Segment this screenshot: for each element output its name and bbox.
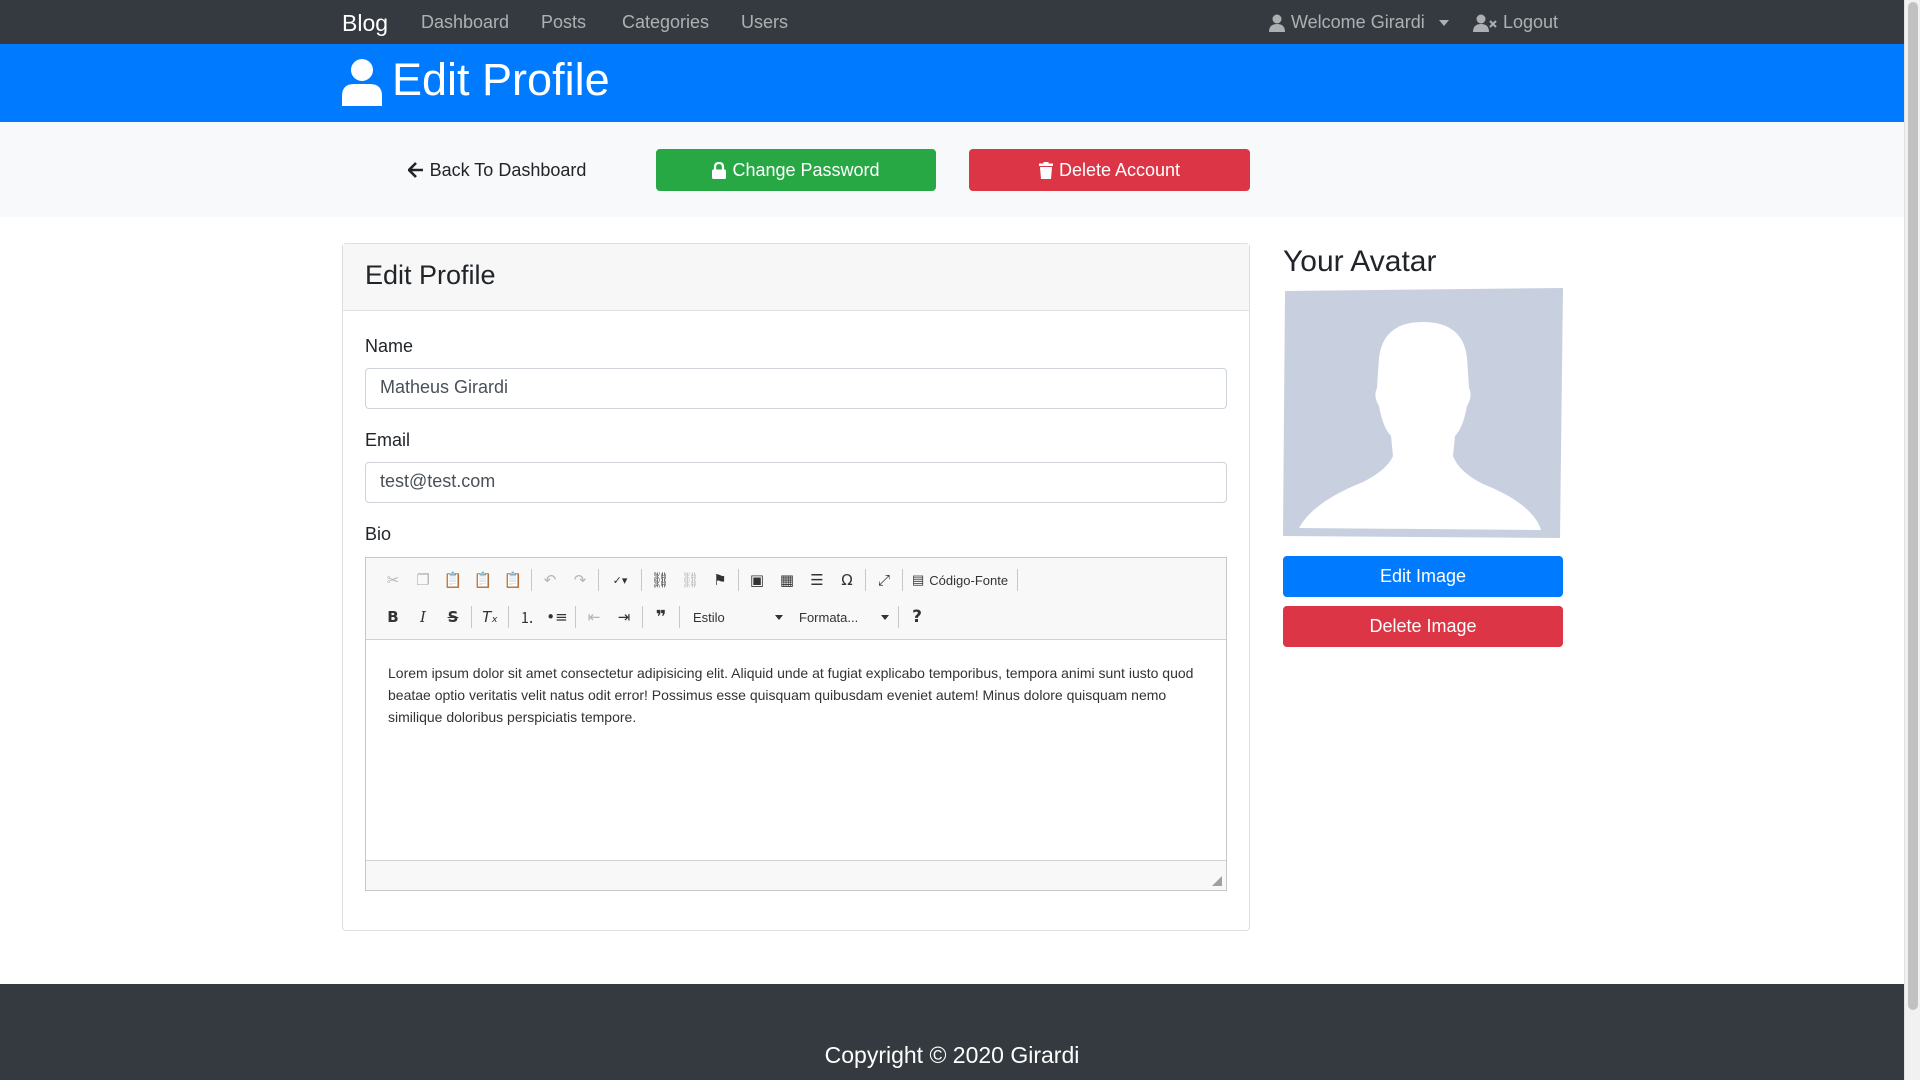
image-icon[interactable]: ▣ [742,566,772,594]
toolbar-divider [531,569,532,591]
editor-footer [366,860,1226,890]
style-combo-label: Estilo [693,609,725,625]
toolbar-row-2: B I S Tₓ ⒈ •≡ ⇤ ⇥ ❞ Estilo Formata... ? [378,603,932,631]
logout-link[interactable]: Logout [1473,12,1558,33]
page-footer: Copyright © 2020 Girardi [0,984,1904,1080]
email-label: Email [365,430,411,450]
toolbar-divider [865,569,866,591]
toolbar-divider [508,606,509,628]
edit-image-button[interactable]: Edit Image [1283,556,1563,597]
outdent-icon[interactable]: ⇤ [579,603,609,631]
horizontal-line-icon[interactable]: ☰ [802,566,832,594]
toolbar-divider [679,606,680,628]
name-label: Name [365,336,414,356]
toolbar-divider [641,569,642,591]
nav-link-categories[interactable]: Categories [622,12,709,33]
delete-account-label: Delete Account [1058,159,1181,180]
bio-editor-content[interactable]: Lorem ipsum dolor sit amet consectetur a… [366,640,1226,860]
avatar-title: Your Avatar [1283,245,1437,278]
scrollbar-thumb[interactable] [1908,2,1918,1010]
logout-label: Logout [1503,12,1559,32]
delete-image-button[interactable]: Delete Image [1283,606,1563,647]
format-combo[interactable]: Formata... [789,604,895,630]
page-title: Edit Profile [392,54,610,105]
user-dropdown[interactable]: Welcome Girardi [1269,12,1449,33]
change-password-label: Change Password [732,159,880,180]
paste-from-word-icon[interactable]: 📋 [498,566,528,594]
undo-icon[interactable]: ↶ [535,566,565,594]
redo-icon[interactable]: ↷ [565,566,595,594]
editor-toolbar: ✂ ❐ 📋 📋 📋 ↶ ↷ ✓▾ ⛓ ⛓ ⚑ ▣ ▦ ☰ Ω ⤢ ▤ Códig… [366,558,1226,640]
edit-profile-card: Edit Profile Name Matheus Girardi Email … [342,243,1250,931]
maximize-icon[interactable]: ⤢ [869,566,899,594]
chevron-down-icon [1438,19,1449,26]
cut-icon[interactable]: ✂ [378,566,408,594]
unlink-icon[interactable]: ⛓ [675,566,705,594]
special-char-icon[interactable]: Ω [832,566,862,594]
toolbar-divider [471,606,472,628]
resize-handle-icon[interactable] [1212,876,1222,886]
toolbar-divider [1017,569,1019,591]
user-times-icon [1473,14,1497,32]
user-icon [1269,14,1285,32]
style-combo[interactable]: Estilo [683,604,789,630]
back-to-dashboard-button[interactable]: Back To Dashboard [357,149,637,191]
numbered-list-icon[interactable]: ⒈ [512,603,542,631]
spellcheck-icon[interactable]: ✓▾ [602,566,638,594]
brand-link[interactable]: Blog [342,10,388,37]
page-header: Edit Profile [0,44,1904,122]
source-icon: ▤ [912,572,925,587]
lock-icon [712,161,727,179]
toolbar-divider [642,606,643,628]
chevron-down-icon [881,614,889,620]
paste-icon[interactable]: 📋 [438,566,468,594]
paste-text-icon[interactable]: 📋 [468,566,498,594]
arrow-left-icon [407,162,423,178]
remove-format-icon[interactable]: Tₓ [475,603,505,631]
anchor-flag-icon[interactable]: ⚑ [705,566,735,594]
bold-icon[interactable]: B [378,603,408,631]
table-icon[interactable]: ▦ [772,566,802,594]
welcome-label: Welcome Girardi [1291,12,1425,32]
indent-icon[interactable]: ⇥ [609,603,639,631]
delete-account-button[interactable]: Delete Account [969,149,1250,191]
card-title: Edit Profile [343,244,1249,311]
nav-link-dashboard[interactable]: Dashboard [421,12,509,33]
nav-link-posts[interactable]: Posts [541,12,586,33]
bio-label: Bio [365,524,392,544]
format-combo-label: Formata... [799,609,859,625]
copyright-text: Copyright © 2020 Girardi [824,1042,1080,1068]
strikethrough-icon[interactable]: S [438,603,468,631]
trash-icon [1038,161,1053,179]
avatar-placeholder-image [1283,288,1563,538]
blockquote-icon[interactable]: ❞ [646,603,676,631]
change-password-button[interactable]: Change Password [656,149,936,191]
email-field[interactable]: test@test.com [365,462,1227,503]
chevron-down-icon [775,614,783,620]
italic-icon[interactable]: I [408,603,438,631]
source-button[interactable]: ▤ Código-Fonte [906,572,1014,588]
name-field[interactable]: Matheus Girardi [365,368,1227,409]
source-label: Código-Fonte [929,572,1009,588]
toolbar-row-1: ✂ ❐ 📋 📋 📋 ↶ ↷ ✓▾ ⛓ ⛓ ⚑ ▣ ▦ ☰ Ω ⤢ ▤ Códig… [378,566,1021,594]
bio-rich-text-editor: ✂ ❐ 📋 📋 📋 ↶ ↷ ✓▾ ⛓ ⛓ ⚑ ▣ ▦ ☰ Ω ⤢ ▤ Códig… [365,557,1227,891]
toolbar-divider [575,606,576,628]
link-icon[interactable]: ⛓ [645,566,675,594]
toolbar-divider [898,606,899,628]
top-navbar: Blog Dashboard Posts Categories Users We… [0,0,1904,44]
bulleted-list-icon[interactable]: •≡ [542,603,572,631]
toolbar-divider [738,569,739,591]
page-scrollbar[interactable] [1904,0,1920,1080]
copy-icon[interactable]: ❐ [408,566,438,594]
user-icon [342,59,382,106]
help-icon[interactable]: ? [902,603,932,631]
back-label: Back To Dashboard [429,159,587,180]
toolbar-divider [598,569,599,591]
nav-link-users[interactable]: Users [741,12,788,33]
actions-bar: Back To Dashboard Change Password Delete… [0,122,1904,217]
toolbar-divider [902,569,903,591]
